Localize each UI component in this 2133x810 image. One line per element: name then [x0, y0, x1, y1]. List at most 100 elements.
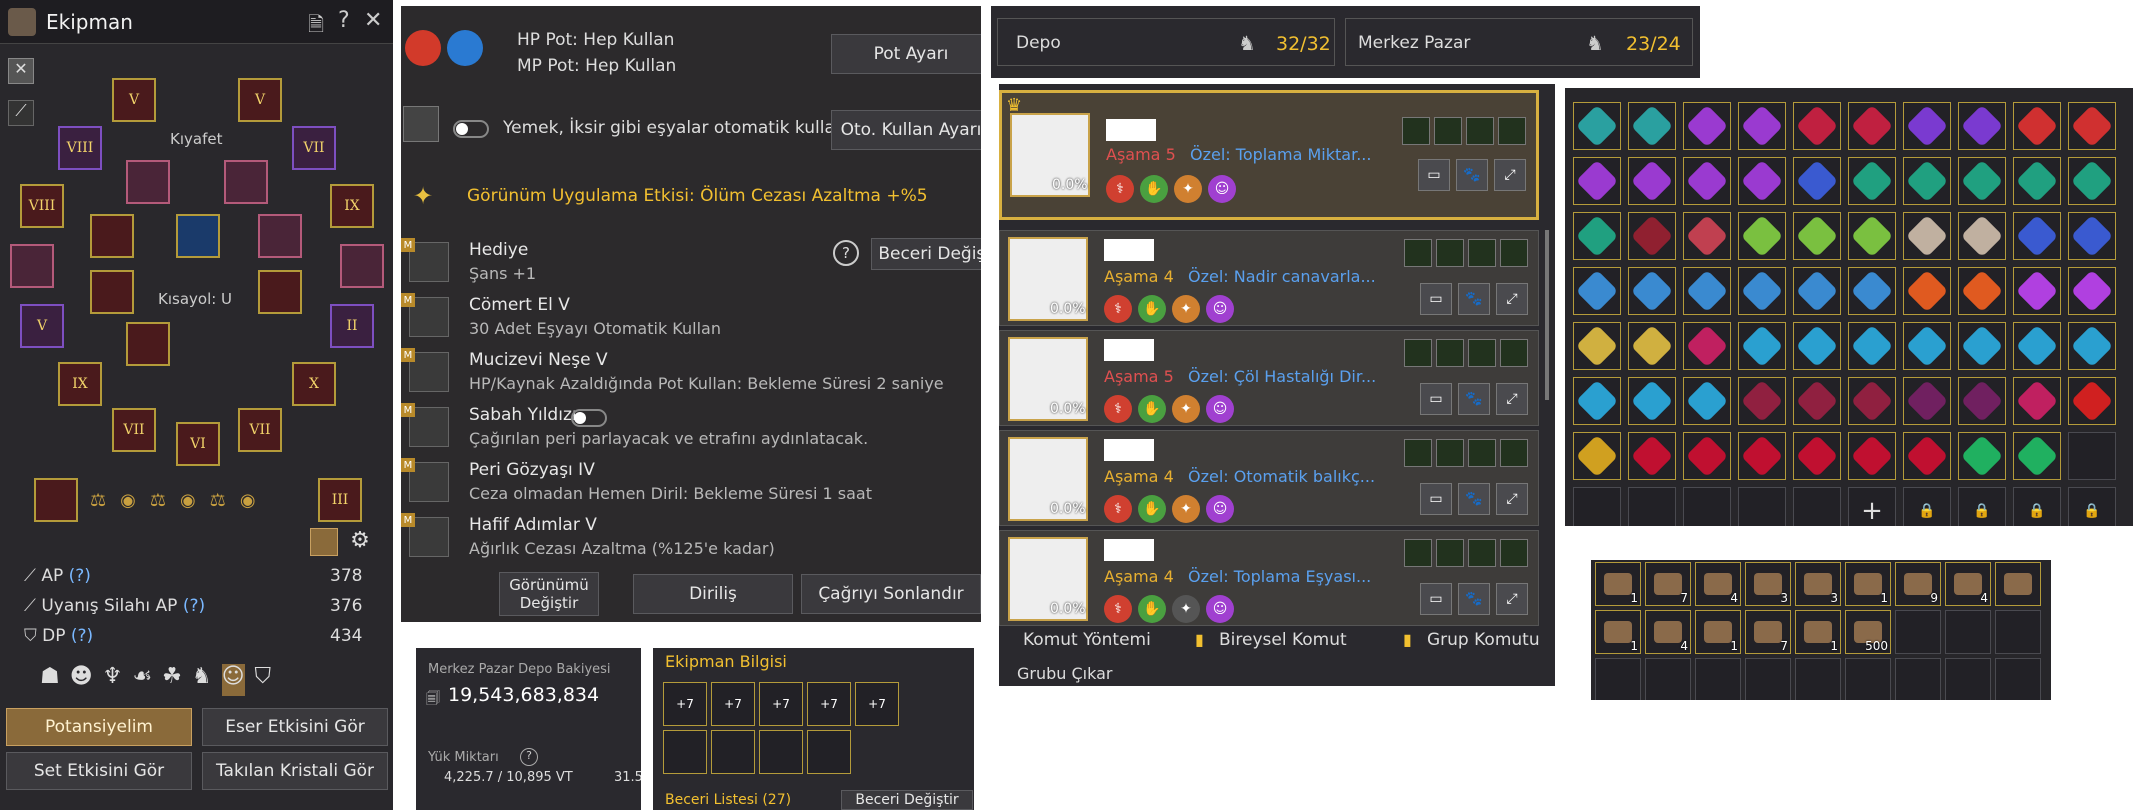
- item-slot[interactable]: 9: [1895, 562, 1941, 606]
- item-slot[interactable]: [1845, 658, 1891, 700]
- equip-info-slot[interactable]: [807, 730, 851, 774]
- inventory-slot[interactable]: [1903, 157, 1951, 205]
- tab-icon[interactable]: ☻: [70, 664, 93, 696]
- inventory-slot[interactable]: [1738, 157, 1786, 205]
- gear-slot[interactable]: [258, 270, 302, 314]
- inventory-slot[interactable]: [1958, 267, 2006, 315]
- inventory-slot[interactable]: [1848, 322, 1896, 370]
- inventory-slot[interactable]: [1628, 102, 1676, 150]
- inventory-slot[interactable]: [1848, 267, 1896, 315]
- gear-slot[interactable]: VIII: [58, 126, 102, 170]
- pet-toggle-icon[interactable]: [310, 528, 338, 556]
- individual-command[interactable]: Bireysel Komut: [1219, 630, 1347, 650]
- item-slot[interactable]: 3: [1745, 562, 1791, 606]
- inventory-slot[interactable]: [1683, 212, 1731, 260]
- tab-icon[interactable]: ☗: [40, 664, 60, 696]
- gear-slot[interactable]: V: [20, 304, 64, 348]
- item-slot[interactable]: 1: [1595, 562, 1641, 606]
- end-call-button[interactable]: Çağrıyı Sonlandır: [801, 574, 981, 614]
- inventory-slot[interactable]: [2013, 432, 2061, 480]
- weight-help-icon[interactable]: ?: [520, 748, 538, 766]
- inventory-slot[interactable]: [1573, 432, 1621, 480]
- gear-slot[interactable]: VII: [238, 408, 282, 452]
- gear-slot[interactable]: II: [330, 304, 374, 348]
- inventory-slot[interactable]: [1958, 322, 2006, 370]
- item-slot[interactable]: [1795, 658, 1841, 700]
- group-command[interactable]: Grup Komutu: [1427, 630, 1540, 650]
- potential-button[interactable]: Potansiyelim: [6, 708, 192, 746]
- inventory-slot[interactable]: [1738, 377, 1786, 425]
- inventory-slot[interactable]: [1903, 267, 1951, 315]
- item-slot[interactable]: 500: [1845, 610, 1891, 654]
- inventory-slot[interactable]: [1683, 432, 1731, 480]
- inventory-slot[interactable]: [1793, 212, 1841, 260]
- pet-card[interactable]: 0.0% Aşama 4 Özel: Nadir canavarla... ⚕ ✋…: [999, 230, 1539, 326]
- help-link[interactable]: (?): [69, 566, 91, 586]
- inventory-slot[interactable]: [1738, 102, 1786, 150]
- inventory-slot[interactable]: [1903, 377, 1951, 425]
- equip-info-slot[interactable]: [759, 730, 803, 774]
- inventory-slot[interactable]: [1683, 157, 1731, 205]
- unseal-icon[interactable]: ⤢: [1496, 583, 1528, 615]
- unseal-icon[interactable]: ⤢: [1496, 483, 1528, 515]
- inventory-slot[interactable]: [1683, 377, 1731, 425]
- pickaxe-icon[interactable]: ⟋: [8, 100, 34, 126]
- inventory-slot[interactable]: [1848, 212, 1896, 260]
- inventory-slot[interactable]: [1573, 487, 1621, 526]
- inventory-slot[interactable]: [2068, 267, 2116, 315]
- auto-use-settings-button[interactable]: Oto. Kullan Ayarı: [831, 110, 981, 150]
- close-icon[interactable]: ✕: [364, 8, 382, 33]
- item-slot[interactable]: 1: [1695, 610, 1741, 654]
- inventory-slot[interactable]: [2013, 102, 2061, 150]
- inventory-slot[interactable]: [1628, 267, 1676, 315]
- inventory-slot[interactable]: [1793, 432, 1841, 480]
- morning-star-toggle[interactable]: [571, 409, 607, 427]
- inventory-slot[interactable]: [1793, 157, 1841, 205]
- gear-slot[interactable]: [340, 244, 384, 288]
- feed-icon[interactable]: ▭: [1420, 283, 1452, 315]
- tab-icon[interactable]: ♞: [192, 664, 212, 696]
- pet-card[interactable]: 0.0% Aşama 5 Özel: Çöl Hastalığı Dir... …: [999, 330, 1539, 426]
- item-slot[interactable]: [1995, 658, 2041, 700]
- inventory-slot[interactable]: [2013, 377, 2061, 425]
- crossed-swords-icon[interactable]: ✕: [8, 58, 34, 84]
- inventory-slot[interactable]: [1848, 432, 1896, 480]
- item-slot[interactable]: [1695, 658, 1741, 700]
- inventory-slot[interactable]: [2068, 102, 2116, 150]
- gear-slot[interactable]: IX: [330, 184, 374, 228]
- inventory-slot[interactable]: [1958, 432, 2006, 480]
- tab-icon[interactable]: ☙: [132, 664, 152, 696]
- inventory-slot[interactable]: [1628, 322, 1676, 370]
- inventory-slot[interactable]: [1628, 487, 1676, 526]
- feed-icon[interactable]: ▭: [1418, 159, 1450, 191]
- gear-slot[interactable]: VII: [112, 408, 156, 452]
- inventory-slot[interactable]: [1793, 102, 1841, 150]
- inventory-slot[interactable]: [1848, 377, 1896, 425]
- inventory-slot[interactable]: [2013, 267, 2061, 315]
- inventory-slot[interactable]: [1903, 102, 1951, 150]
- feed-icon[interactable]: ▭: [1420, 483, 1452, 515]
- inventory-slot[interactable]: 🔒: [1958, 487, 2006, 526]
- inventory-slot[interactable]: [1738, 267, 1786, 315]
- unseal-icon[interactable]: ⤢: [1496, 383, 1528, 415]
- item-slot[interactable]: [1645, 658, 1691, 700]
- gear-slot[interactable]: VIII: [20, 184, 64, 228]
- item-slot[interactable]: 4: [1945, 562, 1991, 606]
- item-slot[interactable]: 1: [1845, 562, 1891, 606]
- inventory-slot[interactable]: [2013, 157, 2061, 205]
- paw-icon[interactable]: 🐾: [1458, 283, 1490, 315]
- unseal-icon[interactable]: ⤢: [1494, 159, 1526, 191]
- inventory-slot[interactable]: [1958, 157, 2006, 205]
- inventory-slot[interactable]: [1573, 157, 1621, 205]
- set-effect-button[interactable]: Set Etkisini Gör: [6, 752, 192, 790]
- crystal-button[interactable]: Takılan Kristali Gör: [202, 752, 388, 790]
- gear-slot[interactable]: [10, 244, 54, 288]
- inventory-slot[interactable]: [1573, 322, 1621, 370]
- inventory-slot[interactable]: [1793, 322, 1841, 370]
- gear-slot[interactable]: [90, 214, 134, 258]
- help-link[interactable]: (?): [183, 596, 205, 616]
- gear-slot[interactable]: V: [238, 78, 282, 122]
- inventory-slot[interactable]: [1573, 377, 1621, 425]
- gear-slot[interactable]: III: [318, 478, 362, 522]
- gear-slot[interactable]: X: [292, 362, 336, 406]
